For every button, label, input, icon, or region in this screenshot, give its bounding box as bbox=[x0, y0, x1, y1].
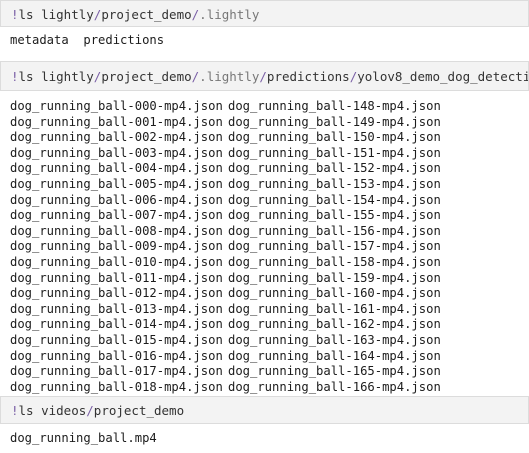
file-list-item: dog_running_ball-150-mp4.json bbox=[228, 130, 441, 145]
file-list-item: dog_running_ball-163-mp4.json bbox=[228, 332, 441, 347]
file-list-item: dog_running_ball-015-mp4.json bbox=[10, 332, 223, 347]
cell-output-1: metadata predictions bbox=[10, 33, 164, 49]
file-list-item: dog_running_ball-001-mp4.json bbox=[10, 114, 223, 129]
file-list-item: dog_running_ball-152-mp4.json bbox=[228, 161, 441, 176]
command-text: !ls videos/project_demo bbox=[11, 403, 185, 418]
file-list-item: dog_running_ball-151-mp4.json bbox=[228, 145, 441, 160]
file-list-item: dog_running_ball-153-mp4.json bbox=[228, 176, 441, 191]
file-list-item: dog_running_ball-004-mp4.json bbox=[10, 161, 223, 176]
file-list-column-1: dog_running_ball-000-mp4.json dog_running… bbox=[10, 99, 223, 395]
file-list-item: dog_running_ball-159-mp4.json bbox=[228, 270, 441, 285]
file-list-item: dog_running_ball-008-mp4.json bbox=[10, 223, 223, 238]
file-list-item: dog_running_ball-160-mp4.json bbox=[228, 286, 441, 301]
cell-output-2: dog_running_ball-000-mp4.json dog_running… bbox=[10, 99, 441, 394]
file-list-item: dog_running_ball-161-mp4.json bbox=[228, 301, 441, 316]
file-list-item: dog_running_ball-013-mp4.json bbox=[10, 301, 223, 316]
file-list-item: dog_running_ball-164-mp4.json bbox=[228, 348, 441, 363]
file-list-item: dog_running_ball-165-mp4.json bbox=[228, 364, 441, 379]
file-list-item: dog_running_ball-155-mp4.json bbox=[228, 208, 441, 223]
file-list-item: dog_running_ball-002-mp4.json bbox=[10, 130, 223, 145]
file-list-item: dog_running_ball-006-mp4.json bbox=[10, 192, 223, 207]
file-list-item: dog_running_ball-000-mp4.json bbox=[10, 99, 223, 113]
file-list-item: dog_running_ball-012-mp4.json bbox=[10, 286, 223, 301]
file-list-item: dog_running_ball-003-mp4.json bbox=[10, 145, 223, 160]
code-cell-input-2[interactable]: !ls lightly/project_demo/.lightly/predic… bbox=[0, 61, 529, 91]
code-cell-input-3[interactable]: !ls videos/project_demo bbox=[0, 396, 529, 424]
code-cell-input-1[interactable]: !ls lightly/project_demo/.lightly bbox=[0, 0, 529, 27]
file-list-item: dog_running_ball-009-mp4.json bbox=[10, 239, 223, 254]
output-line: metadata predictions bbox=[10, 33, 165, 47]
file-list-item: dog_running_ball-007-mp4.json bbox=[10, 208, 223, 223]
output-line: dog_running_ball.mp4 bbox=[10, 431, 157, 445]
file-list-item: dog_running_ball-010-mp4.json bbox=[10, 254, 223, 269]
file-list-item: dog_running_ball-016-mp4.json bbox=[10, 348, 223, 363]
file-list-item: dog_running_ball-017-mp4.json bbox=[10, 364, 223, 379]
file-list-item: dog_running_ball-166-mp4.json bbox=[228, 379, 441, 394]
file-list-item: dog_running_ball-018-mp4.json bbox=[10, 379, 223, 394]
file-list-item: dog_running_ball-011-mp4.json bbox=[10, 270, 223, 285]
file-list-item: dog_running_ball-157-mp4.json bbox=[228, 239, 441, 254]
cell-output-3: dog_running_ball.mp4 bbox=[10, 431, 157, 447]
file-list-column-2: dog_running_ball-148-mp4.json dog_running… bbox=[228, 99, 441, 395]
file-list-item: dog_running_ball-005-mp4.json bbox=[10, 176, 223, 191]
file-list-item: dog_running_ball-014-mp4.json bbox=[10, 317, 223, 332]
file-list-item: dog_running_ball-149-mp4.json bbox=[228, 114, 441, 129]
command-text: !ls lightly/project_demo/.lightly/predic… bbox=[11, 69, 529, 84]
command-text: !ls lightly/project_demo/.lightly bbox=[11, 7, 260, 22]
file-list-item: dog_running_ball-162-mp4.json bbox=[228, 317, 441, 332]
file-list-item: dog_running_ball-156-mp4.json bbox=[228, 223, 441, 238]
file-list-item: dog_running_ball-148-mp4.json bbox=[228, 99, 441, 113]
file-list-item: dog_running_ball-158-mp4.json bbox=[228, 254, 441, 269]
file-list-item: dog_running_ball-154-mp4.json bbox=[228, 192, 441, 207]
